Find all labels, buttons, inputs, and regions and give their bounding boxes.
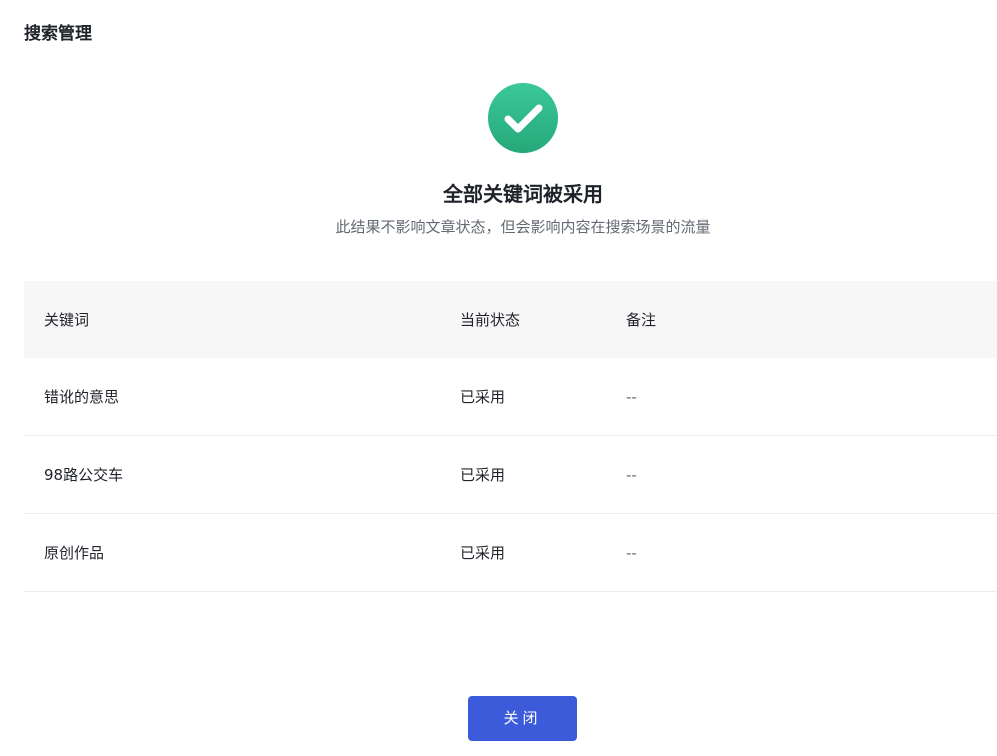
- table-header: 关键词 当前状态 备注: [24, 281, 997, 358]
- table-row: 98路公交车 已采用 --: [24, 436, 997, 514]
- status-cell: 已采用: [460, 388, 506, 406]
- page-title: 搜索管理: [24, 24, 92, 44]
- close-button[interactable]: 关闭: [468, 696, 577, 741]
- status-cell: 已采用: [460, 544, 506, 562]
- column-header-keyword: 关键词: [44, 311, 90, 329]
- column-header-status: 当前状态: [460, 311, 521, 329]
- keyword-cell: 错讹的意思: [44, 388, 120, 406]
- search-management-page: 搜索管理 全部关键词被采用 此结果不影响文章状态，但会影响内容在搜索场景的流量 …: [0, 0, 997, 756]
- result-title: 全部关键词被采用: [443, 182, 603, 206]
- note-cell: --: [626, 387, 637, 406]
- note-cell: --: [626, 543, 637, 562]
- keyword-cell: 原创作品: [44, 544, 105, 562]
- table-row: 原创作品 已采用 --: [24, 514, 997, 592]
- result-subtitle: 此结果不影响文章状态，但会影响内容在搜索场景的流量: [335, 218, 711, 236]
- result-panel: 全部关键词被采用 此结果不影响文章状态，但会影响内容在搜索场景的流量: [0, 82, 997, 238]
- table-row: 错讹的意思 已采用 --: [24, 358, 997, 436]
- status-cell: 已采用: [460, 466, 506, 484]
- check-circle-icon: [488, 83, 558, 153]
- keyword-cell: 98路公交车: [44, 466, 124, 484]
- note-cell: --: [626, 465, 637, 484]
- keyword-table: 关键词 当前状态 备注 错讹的意思 已采用 -- 98路公交车 已采用 -- 原…: [24, 281, 997, 592]
- column-header-note: 备注: [626, 311, 657, 329]
